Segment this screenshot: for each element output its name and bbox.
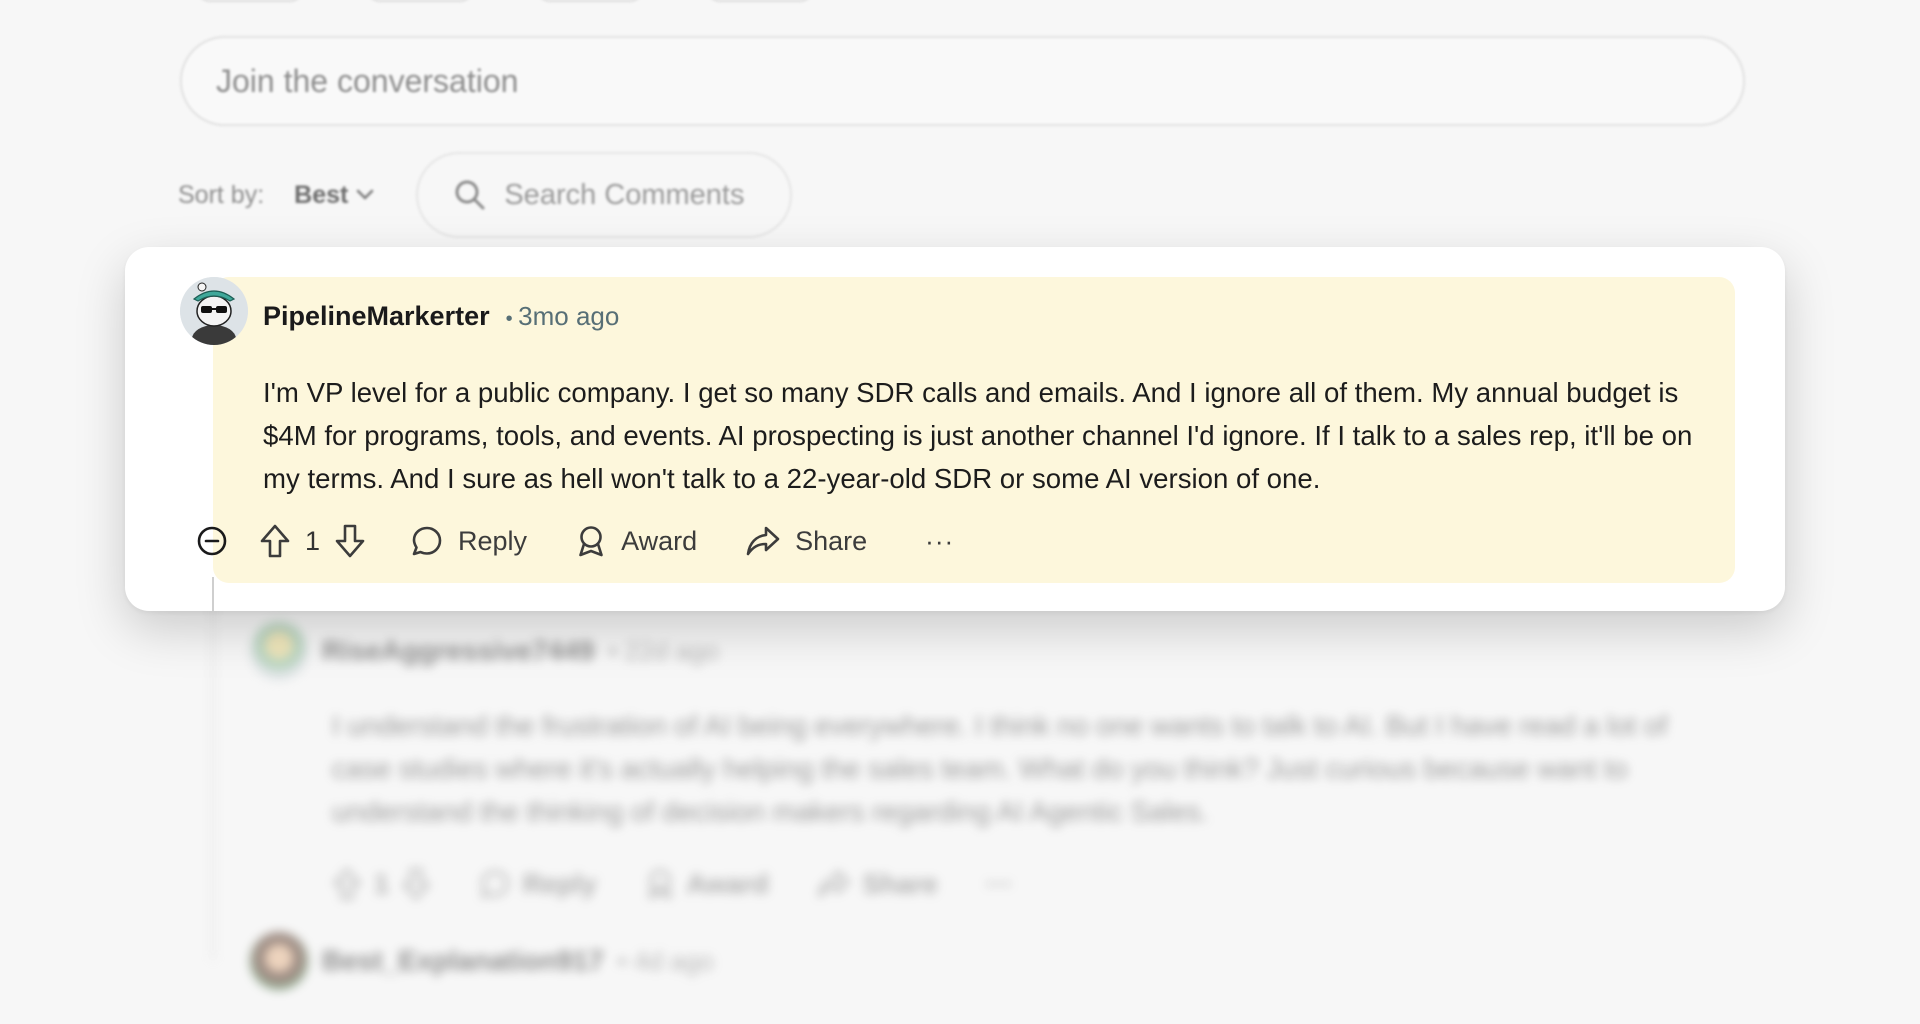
reply-label: Reply	[523, 868, 597, 899]
share-icon	[745, 525, 781, 557]
share-label: Share	[862, 868, 938, 899]
pill[interactable]	[365, 0, 475, 2]
comment-age: • 4d ago	[617, 945, 714, 976]
downvote-icon[interactable]	[401, 867, 431, 901]
sort-value: Best	[294, 180, 349, 209]
search-icon	[454, 179, 486, 211]
avatar[interactable]	[250, 622, 308, 680]
comment-header: PipelineMarkerter 3mo ago	[263, 301, 619, 332]
reply-button[interactable]: Reply	[479, 868, 597, 900]
thread-line	[212, 560, 214, 960]
collapse-thread-button[interactable]	[195, 524, 229, 558]
focused-comment-card: PipelineMarkerter 3mo ago I'm VP level f…	[125, 247, 1785, 611]
pill[interactable]	[705, 0, 815, 2]
share-label: Share	[795, 525, 868, 556]
top-filter-pills	[195, 0, 815, 2]
avatar[interactable]	[180, 277, 248, 345]
pill[interactable]	[535, 0, 645, 2]
comment-body: I understand the frustration of AI being…	[332, 710, 1668, 827]
comment-age: 3mo ago	[506, 301, 619, 332]
upvote-icon[interactable]	[259, 523, 291, 559]
comment-bubble-icon	[479, 868, 511, 900]
username[interactable]: PipelineMarkerter	[263, 301, 490, 332]
username[interactable]: RiseAggressive7449	[322, 635, 594, 667]
award-label: Award	[686, 868, 769, 899]
sort-label: Sort by:	[178, 180, 265, 209]
username[interactable]: Best_Explanation917	[322, 945, 604, 977]
downvote-icon[interactable]	[334, 523, 366, 559]
vote-count: 1	[305, 525, 321, 556]
search-comments-input[interactable]: Search Comments	[416, 152, 793, 238]
comment-composer[interactable]: Join the conversation	[180, 36, 1745, 126]
sort-bar: Sort by: Best Search Comments	[178, 152, 793, 238]
share-button[interactable]: Share	[745, 525, 867, 557]
comment-bubble-icon	[410, 524, 444, 558]
vote-group: 1	[332, 867, 431, 901]
reply-comment: RiseAggressive7449 • 22d ago I understan…	[250, 622, 1710, 901]
comment-body: I'm VP level for a public company. I get…	[263, 377, 1693, 494]
award-label: Award	[621, 525, 698, 556]
minus-circle-icon	[196, 525, 228, 557]
vote-count: 1	[374, 868, 390, 899]
award-button[interactable]: Award	[645, 868, 769, 900]
pill[interactable]	[195, 0, 305, 2]
search-placeholder: Search Comments	[504, 178, 745, 211]
avatar[interactable]	[250, 932, 308, 990]
reply-comment: Best_Explanation917 • 4d ago	[250, 932, 1710, 990]
more-options-button[interactable]: ···	[925, 526, 954, 557]
award-icon	[645, 868, 675, 900]
share-button[interactable]: Share	[817, 869, 938, 900]
award-button[interactable]: Award	[575, 524, 697, 558]
comment-actions: 1 Reply Award Share ···	[195, 519, 954, 563]
upvote-icon[interactable]	[332, 867, 362, 901]
award-icon	[575, 524, 607, 558]
composer-placeholder: Join the conversation	[216, 62, 519, 99]
reply-label: Reply	[458, 525, 528, 556]
chevron-down-icon	[356, 189, 374, 201]
vote-group: 1	[259, 523, 366, 559]
comment-age: • 22d ago	[608, 635, 719, 666]
share-icon	[817, 869, 851, 899]
more-options-button[interactable]: ···	[986, 869, 1013, 900]
thread-line	[212, 577, 214, 611]
reply-button[interactable]: Reply	[410, 524, 527, 558]
sort-dropdown[interactable]: Best	[294, 181, 374, 210]
